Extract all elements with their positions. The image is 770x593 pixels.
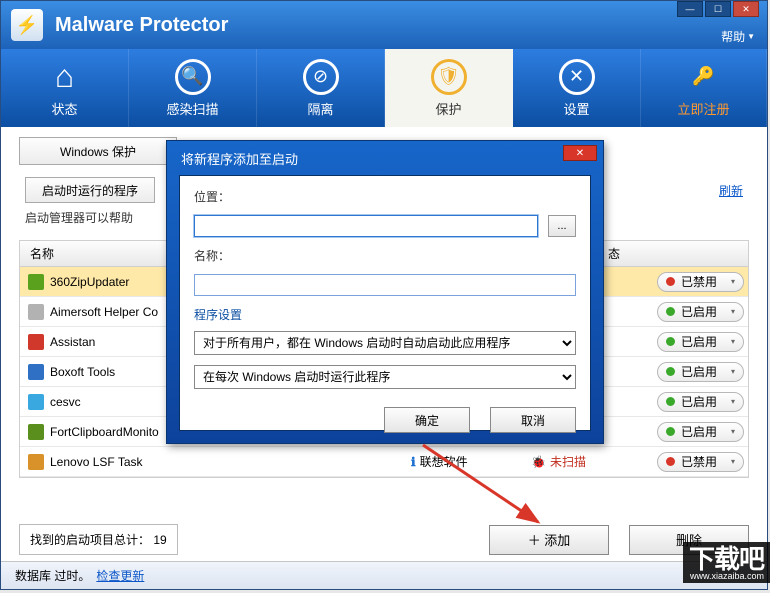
name-input[interactable]	[194, 274, 576, 296]
total-count: 找到的启动项目总计： 19	[19, 524, 178, 555]
maximize-button[interactable]: ☐	[705, 1, 731, 17]
status-toggle[interactable]: 已禁用	[657, 452, 744, 472]
tools-icon: ✕	[559, 59, 595, 95]
status-toggle[interactable]: 已启用	[657, 392, 744, 412]
status-dot-icon	[666, 307, 675, 316]
app-logo-icon: ⚡	[11, 9, 43, 41]
status-dot-icon	[666, 427, 675, 436]
dialog-close-button[interactable]: ✕	[563, 145, 597, 161]
info-icon[interactable]: ℹ	[411, 455, 416, 469]
titlebar: ⚡ Malware Protector — ☐ ✕ 帮助▼	[1, 1, 767, 49]
program-name: Assistan	[50, 335, 95, 349]
startup-programs-button[interactable]: 启动时运行的程序	[25, 177, 155, 203]
status-toggle[interactable]: 已启用	[657, 302, 744, 322]
program-icon	[28, 394, 44, 410]
status-dot-icon	[666, 457, 675, 466]
location-input[interactable]	[194, 215, 538, 237]
shield-icon: 🛡	[431, 59, 467, 95]
program-name: 360ZipUpdater	[50, 275, 129, 289]
cancel-button[interactable]: 取消	[490, 407, 576, 433]
add-button[interactable]: ＋ 添加	[489, 525, 609, 555]
watermark: 下载吧 www.xiazaiba.com	[683, 542, 770, 583]
status-label: 已启用	[681, 303, 717, 320]
statusbar: 数据库 过时。 检查更新	[1, 561, 767, 589]
status-label: 已启用	[681, 393, 717, 410]
status-label: 已启用	[681, 333, 717, 350]
scan-icon: 🐞	[531, 455, 546, 469]
location-label: 位置：	[194, 188, 242, 205]
status-dot-icon	[666, 397, 675, 406]
status-toggle[interactable]: 已启用	[657, 422, 744, 442]
program-name: Lenovo LSF Task	[50, 455, 143, 469]
toolbar-item-status[interactable]: ⌂ 状态	[1, 49, 129, 127]
program-name: FortClipboardMonito	[50, 425, 159, 439]
help-link[interactable]: 帮助▼	[721, 28, 755, 45]
program-icon	[28, 424, 44, 440]
toolbar-item-register[interactable]: 🔑 立即注册	[641, 49, 767, 127]
status-dot-icon	[666, 277, 675, 286]
program-settings-header: 程序设置	[194, 306, 576, 323]
toolbar-item-settings[interactable]: ✕ 设置	[513, 49, 641, 127]
status-toggle[interactable]: 已启用	[657, 332, 744, 352]
program-icon	[28, 274, 44, 290]
table-row[interactable]: Lenovo LSF Task ℹ 联想软件 🐞 未扫描 已禁用	[20, 447, 748, 477]
ok-button[interactable]: 确定	[384, 407, 470, 433]
status-label: 已启用	[681, 423, 717, 440]
company-name: 联想软件	[420, 453, 468, 470]
minimize-button[interactable]: —	[677, 1, 703, 17]
name-label: 名称：	[194, 247, 242, 264]
app-title: Malware Protector	[55, 14, 228, 37]
program-icon	[28, 304, 44, 320]
status-dot-icon	[666, 367, 675, 376]
status-toggle[interactable]: 已禁用	[657, 272, 744, 292]
program-name: Aimersoft Helper Co	[50, 305, 158, 319]
chevron-down-icon: ▼	[747, 32, 755, 41]
close-button[interactable]: ✕	[733, 1, 759, 17]
toolbar-item-scan[interactable]: 🔍 感染扫描	[129, 49, 257, 127]
program-icon	[28, 454, 44, 470]
program-icon	[28, 334, 44, 350]
status-label: 已启用	[681, 363, 717, 380]
tab-windows-protect[interactable]: Windows 保护	[19, 137, 177, 165]
blocked-icon: ⊘	[303, 59, 339, 95]
main-toolbar: ⌂ 状态 🔍 感染扫描 ⊘ 隔离 🛡 保护 ✕ 设置 🔑 立即注册	[1, 49, 767, 127]
status-toggle[interactable]: 已启用	[657, 362, 744, 382]
status-dot-icon	[666, 337, 675, 346]
dialog-title: 将新程序添加至启动 ✕	[167, 141, 603, 175]
program-name: Boxoft Tools	[50, 365, 115, 379]
window-controls: — ☐ ✕	[677, 1, 759, 17]
toolbar-item-quarantine[interactable]: ⊘ 隔离	[257, 49, 385, 127]
refresh-link[interactable]: 刷新	[719, 182, 743, 199]
toolbar-item-protect[interactable]: 🛡 保护	[385, 49, 513, 127]
run-mode-select[interactable]: 在每次 Windows 启动时运行此程序	[194, 365, 576, 389]
scan-status: 未扫描	[550, 453, 586, 470]
program-name: cesvc	[50, 395, 81, 409]
db-status: 数据库 过时。	[15, 567, 90, 584]
program-icon	[28, 364, 44, 380]
status-label: 已禁用	[681, 273, 717, 290]
status-label: 已禁用	[681, 453, 717, 470]
check-update-link[interactable]: 检查更新	[96, 567, 144, 584]
browse-button[interactable]: ...	[548, 215, 576, 237]
home-icon: ⌂	[47, 59, 83, 95]
users-select[interactable]: 对于所有用户，都在 Windows 启动时自动启动此应用程序	[194, 331, 576, 355]
key-icon: 🔑	[686, 59, 722, 95]
search-icon: 🔍	[175, 59, 211, 95]
footer-row: 找到的启动项目总计： 19 ＋ 添加 删除	[19, 524, 749, 555]
col-status[interactable]: 态	[598, 241, 748, 266]
add-program-dialog: 将新程序添加至启动 ✕ 位置： ... 名称： 程序设置 对于所有用户，都在 W…	[166, 140, 604, 444]
